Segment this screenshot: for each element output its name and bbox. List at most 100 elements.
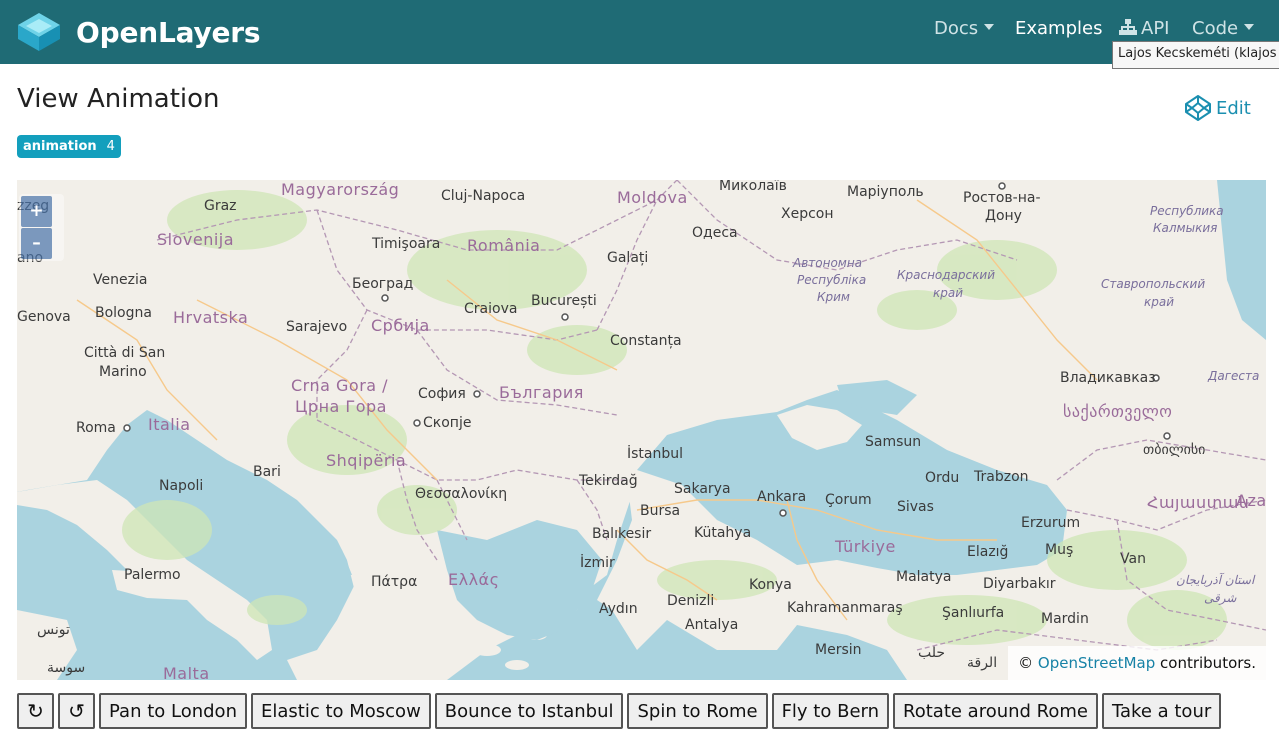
- map-label: الرقة: [967, 655, 998, 671]
- map-label: Bursa: [640, 503, 681, 519]
- nav-code-label: Code: [1192, 18, 1239, 39]
- openlayers-logo-icon: [18, 13, 60, 51]
- map-label: Çorum: [825, 492, 872, 508]
- pan-to-london-button[interactable]: Pan to London: [99, 693, 247, 729]
- map-label: تونس: [37, 622, 70, 638]
- map-label: Θεσσαλονίκη: [415, 486, 508, 502]
- map-label: თბილისი: [1143, 442, 1206, 458]
- map-label: Timişoara: [372, 236, 441, 252]
- map-label: Van: [1120, 551, 1146, 567]
- animation-buttons: ↻ ↺ Pan to London Elastic to Moscow Boun…: [17, 693, 1225, 729]
- openstreetmap-link[interactable]: OpenStreetMap: [1038, 654, 1155, 672]
- map-label: Республика: [1150, 204, 1224, 218]
- map-label: Kahramanmaraş: [787, 600, 903, 616]
- map-label: საქართველო: [1063, 402, 1173, 421]
- tag-badge[interactable]: animation 4: [17, 135, 121, 158]
- tag-name: animation: [23, 139, 97, 154]
- nav-docs[interactable]: Docs: [934, 18, 995, 39]
- map-label: استان آذربایجان: [1176, 573, 1255, 587]
- map-label: Balıkesir: [592, 526, 652, 542]
- map-label: Denizli: [667, 593, 715, 609]
- map-label: Bologna: [95, 305, 152, 321]
- map-label: Одеса: [692, 225, 738, 241]
- map-label: Magyarország: [281, 180, 400, 199]
- map-label: Slovenija: [157, 230, 235, 249]
- tooltip: Lajos Kecskeméti (klajos: [1112, 41, 1279, 69]
- take-a-tour-button[interactable]: Take a tour: [1102, 693, 1222, 729]
- map-label: Città di San: [84, 345, 166, 361]
- map-label: Херсон: [781, 206, 834, 222]
- rotate-around-rome-button[interactable]: Rotate around Rome: [893, 693, 1098, 729]
- zoom-out-button[interactable]: –: [21, 228, 52, 259]
- map-label: Italia: [148, 415, 191, 434]
- map-label: Roma: [76, 420, 116, 436]
- map-label: Konya: [749, 577, 792, 593]
- map-label: Constanța: [610, 333, 682, 349]
- map-label: Diyarbakır: [983, 576, 1056, 592]
- map-label: Ankara: [757, 489, 807, 505]
- map-label: Muş: [1045, 542, 1074, 558]
- chevron-down-icon: [984, 24, 995, 30]
- codepen-icon: [1185, 95, 1211, 121]
- elastic-to-moscow-button[interactable]: Elastic to Moscow: [250, 693, 431, 729]
- map-label: край: [1144, 295, 1175, 309]
- sitemap-icon: [1119, 19, 1137, 35]
- map-label: Kütahya: [694, 525, 752, 541]
- map-label: Türkiye: [835, 537, 896, 556]
- nav-code[interactable]: Code: [1192, 18, 1255, 39]
- map-label: Elazığ: [967, 544, 1009, 560]
- map-label: Genova: [17, 309, 71, 325]
- map-label: Πάτρα: [371, 574, 418, 590]
- map-label: Shqipëria: [326, 451, 407, 470]
- map-label: Tekirdağ: [579, 473, 638, 489]
- rotate-right-button[interactable]: ↺: [58, 693, 95, 729]
- fly-to-bern-button[interactable]: Fly to Bern: [771, 693, 890, 729]
- nav-api[interactable]: API: [1118, 18, 1169, 39]
- attribution-suffix: contributors.: [1160, 654, 1256, 672]
- map-label: Craiova: [464, 301, 518, 317]
- map-label: Şanlıurfa: [942, 605, 1005, 621]
- map-label: Београд: [352, 276, 414, 292]
- map-label: Moldova: [617, 188, 688, 207]
- top-navbar: OpenLayers Docs Examples API Code: [0, 0, 1279, 64]
- map-label: Sivas: [897, 499, 934, 515]
- map-label: Samsun: [865, 434, 922, 450]
- zoom-in-button[interactable]: +: [21, 196, 52, 227]
- map-label: Србија: [371, 316, 430, 335]
- nav-docs-label: Docs: [934, 18, 979, 39]
- map-label: край: [933, 286, 964, 300]
- rotate-left-button[interactable]: ↻: [17, 693, 54, 729]
- map-label: Հայաստան: [1147, 493, 1250, 512]
- map-label: Erzurum: [1021, 515, 1081, 531]
- map-label: Malta: [163, 664, 210, 680]
- edit-link[interactable]: Edit: [1184, 94, 1251, 122]
- brand-link[interactable]: OpenLayers: [16, 10, 261, 54]
- map-label: Республіка: [797, 273, 867, 287]
- bounce-to-istanbul-button[interactable]: Bounce to Istanbul: [434, 693, 624, 729]
- map-label: Aydın: [599, 601, 638, 617]
- map-label: Palermo: [124, 567, 181, 583]
- map-label: Venezia: [93, 272, 148, 288]
- copyright-symbol: ©: [1018, 654, 1034, 672]
- map-label: Bari: [253, 464, 281, 480]
- map-label: Napoli: [159, 478, 204, 494]
- map-label: Маріуполь: [847, 184, 924, 200]
- zoom-control: + –: [19, 194, 64, 261]
- map-label: Cluj-Napoca: [441, 188, 526, 204]
- map-label: İzmir: [580, 555, 615, 571]
- map-label: Ordu: [925, 470, 960, 486]
- nav-examples[interactable]: Examples: [1015, 18, 1102, 39]
- map-label: Крим: [817, 290, 850, 304]
- spin-to-rome-button[interactable]: Spin to Rome: [627, 693, 768, 729]
- tag-count: 4: [106, 139, 115, 154]
- map-label: България: [499, 383, 584, 402]
- map-label: Graz: [204, 198, 237, 214]
- map-label: Владикавказ: [1060, 370, 1156, 386]
- map-viewport[interactable]: Magyarország Cluj-Napoca Moldova Миколаї…: [17, 180, 1266, 680]
- map-label: شرقی: [1204, 591, 1237, 605]
- map-label: Ελλάς: [448, 570, 500, 589]
- map-label: Mersin: [815, 642, 862, 658]
- map-label: Дону: [985, 208, 1022, 224]
- nav-api-label: API: [1141, 18, 1170, 39]
- map-label: سوسة: [47, 660, 86, 676]
